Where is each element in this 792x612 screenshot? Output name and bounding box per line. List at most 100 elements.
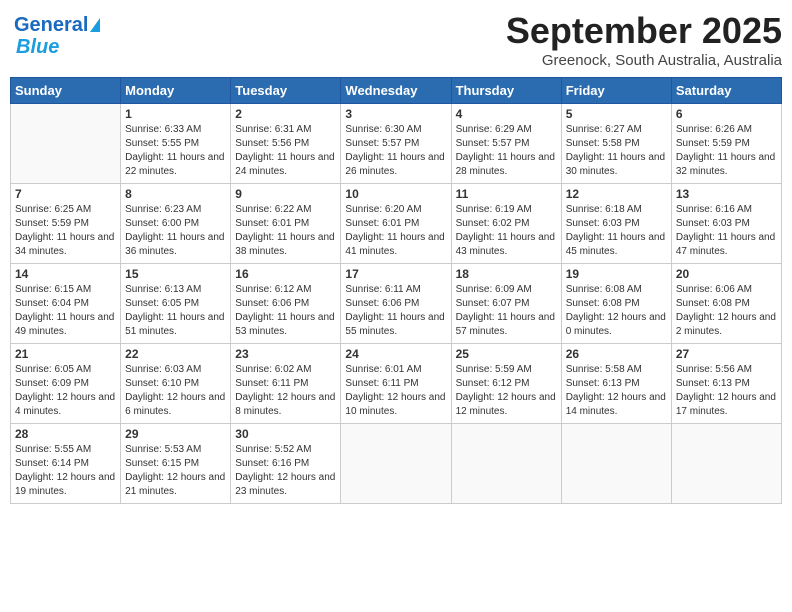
daylight-label: Daylight: 11 hours and 57 minutes. xyxy=(456,312,555,337)
cell-content: Sunrise: 5:55 AM Sunset: 6:14 PM Dayligh… xyxy=(15,443,116,499)
cell-content: Sunrise: 6:09 AM Sunset: 6:07 PM Dayligh… xyxy=(456,283,557,339)
day-number: 27 xyxy=(676,347,777,361)
calendar-cell: 15 Sunrise: 6:13 AM Sunset: 6:05 PM Dayl… xyxy=(121,264,231,344)
sunset-label: Sunset: 5:58 PM xyxy=(566,138,640,149)
sunrise-label: Sunrise: 5:52 AM xyxy=(235,444,311,455)
calendar-cell: 29 Sunrise: 5:53 AM Sunset: 6:15 PM Dayl… xyxy=(121,424,231,504)
sunset-label: Sunset: 6:05 PM xyxy=(125,298,199,309)
calendar-cell: 20 Sunrise: 6:06 AM Sunset: 6:08 PM Dayl… xyxy=(671,264,781,344)
calendar-cell: 24 Sunrise: 6:01 AM Sunset: 6:11 PM Dayl… xyxy=(341,344,451,424)
day-number: 16 xyxy=(235,267,336,281)
sunrise-label: Sunrise: 6:08 AM xyxy=(566,284,642,295)
calendar-cell: 2 Sunrise: 6:31 AM Sunset: 5:56 PM Dayli… xyxy=(231,104,341,184)
day-number: 9 xyxy=(235,187,336,201)
daylight-label: Daylight: 11 hours and 53 minutes. xyxy=(235,312,334,337)
day-number: 2 xyxy=(235,107,336,121)
cell-content: Sunrise: 6:12 AM Sunset: 6:06 PM Dayligh… xyxy=(235,283,336,339)
sunrise-label: Sunrise: 6:29 AM xyxy=(456,124,532,135)
sunset-label: Sunset: 5:56 PM xyxy=(235,138,309,149)
sunset-label: Sunset: 6:14 PM xyxy=(15,458,89,469)
weekday-header: Saturday xyxy=(671,78,781,104)
day-number: 4 xyxy=(456,107,557,121)
daylight-label: Daylight: 12 hours and 8 minutes. xyxy=(235,392,335,417)
sunset-label: Sunset: 6:06 PM xyxy=(345,298,419,309)
month-title: September 2025 xyxy=(506,10,782,52)
sunset-label: Sunset: 6:13 PM xyxy=(676,378,750,389)
weekday-header: Thursday xyxy=(451,78,561,104)
sunset-label: Sunset: 5:57 PM xyxy=(456,138,530,149)
cell-content: Sunrise: 6:01 AM Sunset: 6:11 PM Dayligh… xyxy=(345,363,446,419)
daylight-label: Daylight: 11 hours and 47 minutes. xyxy=(676,232,775,257)
calendar-cell: 28 Sunrise: 5:55 AM Sunset: 6:14 PM Dayl… xyxy=(11,424,121,504)
calendar-cell: 27 Sunrise: 5:56 AM Sunset: 6:13 PM Dayl… xyxy=(671,344,781,424)
sunset-label: Sunset: 5:59 PM xyxy=(676,138,750,149)
day-number: 18 xyxy=(456,267,557,281)
day-number: 13 xyxy=(676,187,777,201)
sunset-label: Sunset: 6:09 PM xyxy=(15,378,89,389)
sunrise-label: Sunrise: 6:12 AM xyxy=(235,284,311,295)
calendar-cell: 25 Sunrise: 5:59 AM Sunset: 6:12 PM Dayl… xyxy=(451,344,561,424)
cell-content: Sunrise: 6:18 AM Sunset: 6:03 PM Dayligh… xyxy=(566,203,667,259)
day-number: 29 xyxy=(125,427,226,441)
sunset-label: Sunset: 6:03 PM xyxy=(676,218,750,229)
daylight-label: Daylight: 12 hours and 10 minutes. xyxy=(345,392,445,417)
day-number: 12 xyxy=(566,187,667,201)
sunrise-label: Sunrise: 5:53 AM xyxy=(125,444,201,455)
cell-content: Sunrise: 6:27 AM Sunset: 5:58 PM Dayligh… xyxy=(566,123,667,179)
calendar-table: SundayMondayTuesdayWednesdayThursdayFrid… xyxy=(10,77,782,504)
weekday-header: Wednesday xyxy=(341,78,451,104)
sunrise-label: Sunrise: 6:11 AM xyxy=(345,284,420,295)
calendar-cell: 10 Sunrise: 6:20 AM Sunset: 6:01 PM Dayl… xyxy=(341,184,451,264)
cell-content: Sunrise: 6:25 AM Sunset: 5:59 PM Dayligh… xyxy=(15,203,116,259)
page-header: General Blue September 2025 Greenock, So… xyxy=(10,10,782,69)
logo: General Blue xyxy=(10,10,104,62)
day-number: 3 xyxy=(345,107,446,121)
calendar-cell: 19 Sunrise: 6:08 AM Sunset: 6:08 PM Dayl… xyxy=(561,264,671,344)
sunset-label: Sunset: 6:08 PM xyxy=(676,298,750,309)
daylight-label: Daylight: 11 hours and 24 minutes. xyxy=(235,152,334,177)
daylight-label: Daylight: 11 hours and 43 minutes. xyxy=(456,232,555,257)
day-number: 26 xyxy=(566,347,667,361)
calendar-cell: 8 Sunrise: 6:23 AM Sunset: 6:00 PM Dayli… xyxy=(121,184,231,264)
sunset-label: Sunset: 6:15 PM xyxy=(125,458,199,469)
weekday-header: Tuesday xyxy=(231,78,341,104)
sunset-label: Sunset: 6:01 PM xyxy=(235,218,309,229)
cell-content: Sunrise: 6:23 AM Sunset: 6:00 PM Dayligh… xyxy=(125,203,226,259)
day-number: 11 xyxy=(456,187,557,201)
calendar-cell: 16 Sunrise: 6:12 AM Sunset: 6:06 PM Dayl… xyxy=(231,264,341,344)
sunset-label: Sunset: 6:08 PM xyxy=(566,298,640,309)
cell-content: Sunrise: 6:06 AM Sunset: 6:08 PM Dayligh… xyxy=(676,283,777,339)
daylight-label: Daylight: 12 hours and 4 minutes. xyxy=(15,392,115,417)
logo-text-general: General xyxy=(14,14,88,36)
sunrise-label: Sunrise: 6:02 AM xyxy=(235,364,311,375)
sunset-label: Sunset: 6:12 PM xyxy=(456,378,530,389)
calendar-cell: 21 Sunrise: 6:05 AM Sunset: 6:09 PM Dayl… xyxy=(11,344,121,424)
daylight-label: Daylight: 12 hours and 6 minutes. xyxy=(125,392,225,417)
day-number: 15 xyxy=(125,267,226,281)
sunset-label: Sunset: 6:06 PM xyxy=(235,298,309,309)
sunrise-label: Sunrise: 6:25 AM xyxy=(15,204,91,215)
calendar-cell: 9 Sunrise: 6:22 AM Sunset: 6:01 PM Dayli… xyxy=(231,184,341,264)
sunset-label: Sunset: 6:02 PM xyxy=(456,218,530,229)
day-number: 28 xyxy=(15,427,116,441)
cell-content: Sunrise: 5:58 AM Sunset: 6:13 PM Dayligh… xyxy=(566,363,667,419)
calendar-week-row: 28 Sunrise: 5:55 AM Sunset: 6:14 PM Dayl… xyxy=(11,424,782,504)
calendar-week-row: 7 Sunrise: 6:25 AM Sunset: 5:59 PM Dayli… xyxy=(11,184,782,264)
calendar-cell xyxy=(671,424,781,504)
sunrise-label: Sunrise: 6:15 AM xyxy=(15,284,91,295)
calendar-week-row: 14 Sunrise: 6:15 AM Sunset: 6:04 PM Dayl… xyxy=(11,264,782,344)
sunset-label: Sunset: 6:07 PM xyxy=(456,298,530,309)
cell-content: Sunrise: 6:11 AM Sunset: 6:06 PM Dayligh… xyxy=(345,283,446,339)
sunrise-label: Sunrise: 6:26 AM xyxy=(676,124,752,135)
day-number: 8 xyxy=(125,187,226,201)
cell-content: Sunrise: 5:59 AM Sunset: 6:12 PM Dayligh… xyxy=(456,363,557,419)
sunrise-label: Sunrise: 5:59 AM xyxy=(456,364,532,375)
cell-content: Sunrise: 6:03 AM Sunset: 6:10 PM Dayligh… xyxy=(125,363,226,419)
cell-content: Sunrise: 6:22 AM Sunset: 6:01 PM Dayligh… xyxy=(235,203,336,259)
cell-content: Sunrise: 6:26 AM Sunset: 5:59 PM Dayligh… xyxy=(676,123,777,179)
calendar-cell: 4 Sunrise: 6:29 AM Sunset: 5:57 PM Dayli… xyxy=(451,104,561,184)
calendar-cell: 30 Sunrise: 5:52 AM Sunset: 6:16 PM Dayl… xyxy=(231,424,341,504)
sunrise-label: Sunrise: 6:19 AM xyxy=(456,204,532,215)
cell-content: Sunrise: 6:31 AM Sunset: 5:56 PM Dayligh… xyxy=(235,123,336,179)
sunrise-label: Sunrise: 6:27 AM xyxy=(566,124,642,135)
